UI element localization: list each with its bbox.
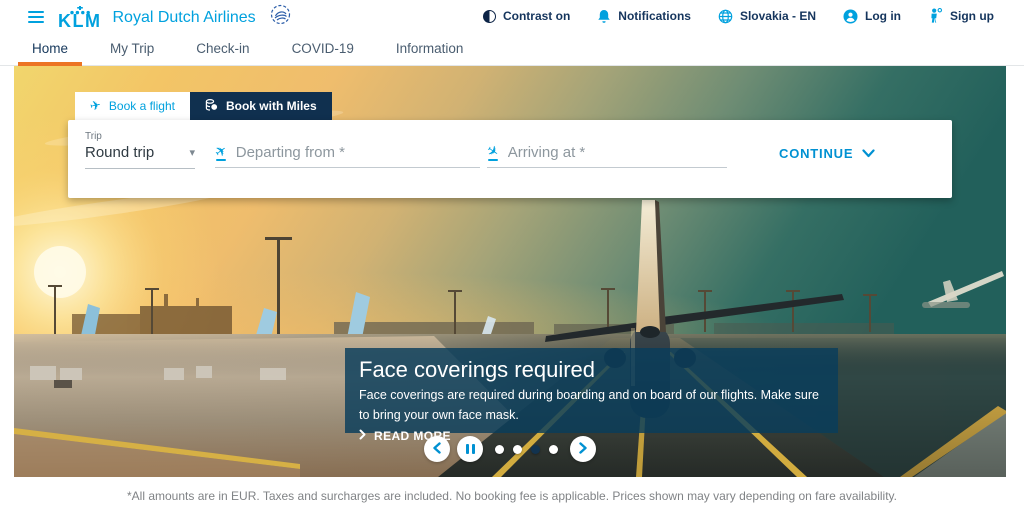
user-add-icon: [928, 8, 943, 24]
klm-homepage: KLM Royal Dutch Airlines Contrast on: [0, 0, 1024, 515]
menu-icon[interactable]: [28, 11, 44, 23]
language-selector[interactable]: Slovakia - EN: [718, 9, 816, 24]
nav-information[interactable]: Information: [382, 32, 478, 65]
carousel-dot-3[interactable]: [549, 445, 558, 454]
notifications-button[interactable]: Notifications: [597, 9, 691, 24]
banner-title: Face coverings required: [359, 356, 824, 383]
main-nav: Home My Trip Check-in COVID-19 Informati…: [0, 32, 1024, 66]
anniversary-swirl-icon: [270, 4, 291, 30]
contrast-icon: [483, 10, 496, 23]
header-utilities: Contrast on Notifications: [483, 8, 994, 24]
signup-label: Sign up: [950, 9, 994, 23]
arriving-field: ✈: [487, 144, 727, 168]
trip-type-value: Round trip: [85, 144, 154, 161]
carousel-next-button[interactable]: [570, 436, 596, 462]
trip-type-select[interactable]: Round trip ▾: [85, 144, 195, 169]
klm-logo[interactable]: KLM: [58, 3, 102, 30]
footer: *All amounts are in EUR. Taxes and surch…: [0, 489, 1024, 503]
top-header: KLM Royal Dutch Airlines Contrast on: [0, 0, 1024, 32]
carousel-prev-button[interactable]: [424, 436, 450, 462]
booking-tabs: ✈ Book a flight Book with Miles: [75, 92, 332, 120]
trip-label: Trip: [85, 131, 102, 142]
plane-takeoff-icon: ✈: [215, 144, 227, 161]
tab-book-flight-label: Book a flight: [109, 99, 175, 113]
tab-book-miles-label: Book with Miles: [226, 99, 317, 113]
bell-icon: [597, 9, 611, 24]
login-button[interactable]: Log in: [843, 9, 901, 24]
brand-title: Royal Dutch Airlines: [113, 9, 256, 27]
contrast-label: Contrast on: [503, 9, 570, 23]
disclaimer-text: *All amounts are in EUR. Taxes and surch…: [0, 489, 1024, 503]
globe-icon: [718, 9, 733, 24]
nav-home[interactable]: Home: [18, 32, 82, 65]
nav-covid-19[interactable]: COVID-19: [278, 32, 368, 65]
language-label: Slovakia - EN: [740, 9, 816, 23]
tab-book-miles[interactable]: Book with Miles: [190, 92, 332, 120]
login-label: Log in: [865, 9, 901, 23]
chevron-right-icon: [579, 442, 587, 457]
miles-icon: [205, 98, 218, 114]
caret-down-icon: ▾: [189, 146, 195, 159]
chevron-right-icon: [359, 429, 366, 443]
chevron-left-icon: [433, 442, 441, 457]
continue-button[interactable]: CONTINUE: [779, 146, 875, 161]
booking-widget: Trip Round trip ▾ ✈ ✈ CONTINUE: [68, 120, 952, 198]
user-icon: [843, 9, 858, 24]
carousel-dot-1[interactable]: [513, 445, 522, 454]
carousel-dot-0[interactable]: [495, 445, 504, 454]
carousel-pause-button[interactable]: [457, 436, 483, 462]
banner-body: Face coverings are required during board…: [359, 385, 827, 425]
signup-button[interactable]: Sign up: [928, 8, 994, 24]
departing-field: ✈: [215, 144, 480, 168]
nav-check-in[interactable]: Check-in: [182, 32, 263, 65]
arriving-at-input[interactable]: [508, 144, 727, 161]
klm-logo-text: KLM: [58, 12, 102, 30]
nav-my-trip[interactable]: My Trip: [96, 32, 168, 65]
carousel-controls: [424, 436, 596, 462]
contrast-toggle[interactable]: Contrast on: [483, 9, 570, 23]
carousel-dot-2[interactable]: [531, 445, 540, 454]
plane-icon: ✈: [88, 97, 102, 115]
tab-book-flight[interactable]: ✈ Book a flight: [75, 92, 190, 120]
pause-icon: [466, 444, 475, 454]
promo-banner: Face coverings required Face coverings a…: [345, 348, 838, 433]
header-brand-area: KLM Royal Dutch Airlines: [28, 2, 291, 30]
hero-carousel: ✈ Book a flight Book with Miles Trip: [14, 66, 1006, 477]
plane-landing-icon: ✈: [487, 144, 499, 161]
departing-from-input[interactable]: [236, 144, 480, 161]
carousel-dots: [495, 445, 558, 454]
notifications-label: Notifications: [618, 9, 691, 23]
continue-label: CONTINUE: [779, 146, 853, 161]
chevron-down-icon: [862, 146, 875, 161]
